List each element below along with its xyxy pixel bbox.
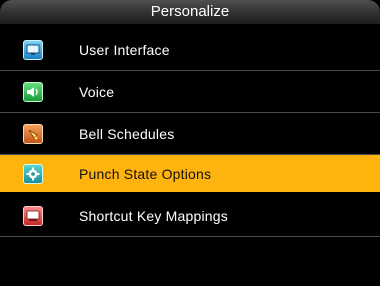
menu-item-label: Shortcut Key Mappings [79,207,228,224]
menu-item-label: Punch State Options [79,165,212,182]
page-title: Personalize [150,3,230,20]
bell-icon [23,123,43,144]
gear-icon [23,163,43,184]
menu-list: User Interface Voice Bell Schedules Punc… [0,29,380,237]
keyboard-key-icon [23,205,43,226]
menu-item-shortcut-key-mappings[interactable]: Shortcut Key Mappings [0,195,380,237]
title-bar: Personalize [0,0,380,24]
menu-item-label: Bell Schedules [79,125,175,142]
menu-item-voice[interactable]: Voice [0,71,380,113]
menu-item-user-interface[interactable]: User Interface [0,29,380,71]
monitor-icon [23,39,43,60]
menu-item-label: Voice [79,83,115,100]
speaker-icon [23,81,43,102]
menu-item-label: User Interface [79,41,170,58]
menu-item-bell-schedules[interactable]: Bell Schedules [0,113,380,155]
menu-item-punch-state-options[interactable]: Punch State Options [0,155,380,192]
